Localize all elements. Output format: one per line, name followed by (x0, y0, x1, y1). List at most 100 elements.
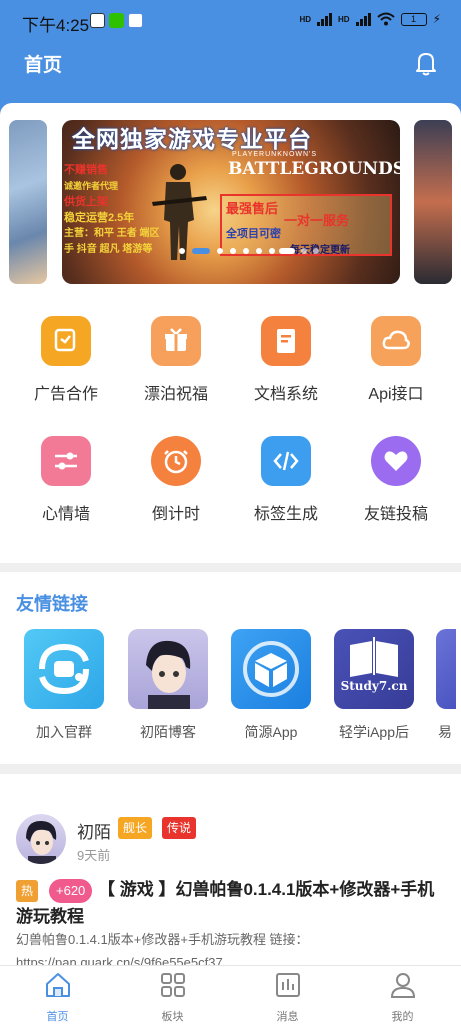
banner-line: 主营：和平 王者 端区 (64, 228, 160, 239)
document-icon (261, 316, 311, 366)
pagination-dot-active (279, 248, 295, 254)
signal-icon (317, 12, 332, 26)
nav-label: 首页 (46, 1011, 69, 1023)
link-thumbnail (128, 629, 208, 709)
grid-item-label: 文档系统 (253, 386, 318, 403)
banner-line: 稳定运营2.5年 (64, 212, 135, 224)
grid-icon (160, 973, 185, 997)
banner-box-line: 一对一服务 (284, 213, 350, 228)
pagination-dot (217, 248, 223, 254)
grid-item-label: Api接口 (368, 386, 424, 403)
section-heading: 友情链接 (16, 594, 88, 614)
avatar[interactable] (16, 814, 66, 864)
banner-next-slide[interactable] (414, 120, 452, 284)
level-badge: 传说 (162, 817, 197, 839)
battery-icon: 1 (400, 12, 427, 26)
nav-boards[interactable]: 板块 (115, 971, 230, 1024)
banner-box-line: 全项目可密 (226, 228, 281, 240)
link-label: 初陌博客 (140, 724, 196, 740)
home-icon (45, 973, 70, 997)
post-card[interactable]: 初陌 舰长 传说 9天前 【 游戏 】幻兽帕鲁0.1.4.1版本+修改器+手机游… (0, 774, 461, 966)
pagination-dot (179, 248, 185, 254)
friend-links-section: 友情链接 加入官群 初陌博客 简源App Study7.cn 轻学iApp后 易 (0, 572, 461, 764)
grid-item-mood[interactable]: 心情墙 (11, 436, 121, 524)
nav-profile[interactable]: 我的 (345, 971, 460, 1024)
nav-home[interactable]: 首页 (0, 971, 115, 1024)
wifi-icon (376, 12, 395, 26)
role-badge: 舰长 (118, 817, 153, 839)
link-item[interactable]: 易 (386, 629, 461, 742)
pagination-dot-active (192, 248, 210, 254)
status-right: HD HD 1 ⚡ (299, 12, 441, 26)
banner-title: 全网独家游戏专业平台 (72, 126, 312, 152)
app-icon (128, 13, 143, 28)
nav-label: 板块 (161, 1011, 184, 1023)
bell-icon[interactable] (413, 50, 439, 76)
grid-item-label: 友链投稿 (363, 506, 428, 523)
post-author[interactable]: 初陌 (77, 818, 111, 843)
link-thumbnail (24, 629, 104, 709)
grid-item-api[interactable]: Api接口 (341, 316, 451, 404)
banner-pagination (179, 248, 275, 254)
ad-cooperation-icon (41, 316, 91, 366)
banner-line: 供货上架 (64, 196, 108, 208)
banner-inner-pagination (279, 248, 319, 254)
header-bar: 下午4:25 HD HD 1 ⚡ 首页 (0, 0, 461, 118)
nav-label: 消息 (276, 1011, 299, 1023)
nav-label: 我的 (391, 1011, 414, 1023)
link-item[interactable]: 初陌博客 (118, 629, 218, 742)
bottom-nav: 首页 板块 消息 我的 (0, 965, 461, 1024)
banner-line: 诚邀作者代理 (64, 181, 119, 191)
network-label: HD (338, 14, 350, 24)
grid-item-label: 倒计时 (151, 506, 200, 523)
signal-icon (355, 12, 371, 26)
score-badge: +620 (49, 879, 93, 903)
pagination-dot (313, 248, 319, 254)
clock-icon (151, 436, 201, 486)
notification-icons (90, 13, 143, 28)
banner-box-line: 最强售后 (226, 201, 279, 216)
pagination-dot (243, 248, 249, 254)
grid-item-ad[interactable]: 广告合作 (11, 316, 121, 404)
link-label: 易 (438, 724, 452, 740)
grid-item-submit-link[interactable]: 友链投稿 (341, 436, 451, 524)
code-icon (261, 436, 311, 486)
banner-promo-box: 最强售后 一对一服务 全项目可密 每天稳定更新 (220, 194, 392, 256)
banner-slide[interactable]: 全网独家游戏专业平台 PLAYERUNKNOWN'S BATTLEGROUNDS… (62, 120, 400, 284)
nav-messages[interactable]: 消息 (230, 971, 345, 1024)
heart-icon (371, 436, 421, 486)
grid-item-blessing[interactable]: 漂泊祝福 (121, 316, 231, 404)
status-bar: 下午4:25 HD HD 1 ⚡ (0, 0, 461, 40)
grid-item-label: 漂泊祝福 (143, 386, 208, 403)
message-icon (275, 973, 300, 997)
grid-item-label: 广告合作 (33, 386, 98, 403)
status-time: 下午4:25 (22, 16, 90, 35)
user-icon (390, 973, 415, 998)
cloud-icon (371, 316, 421, 366)
link-label: 简源App (244, 724, 298, 740)
link-label: 加入官群 (36, 724, 92, 740)
page-title: 首页 (24, 55, 63, 76)
hot-badge: 热 (16, 880, 38, 902)
gift-icon (151, 316, 201, 366)
pagination-dot (301, 248, 307, 254)
charging-icon: ⚡ (432, 12, 441, 26)
network-label: HD (299, 14, 311, 24)
anime-avatar (146, 640, 191, 709)
banner-pubg-sub: PLAYERUNKNOWN'S (232, 151, 318, 158)
main-card: 全网独家游戏专业平台 PLAYERUNKNOWN'S BATTLEGROUNDS… (0, 103, 461, 563)
banner-prev-slide[interactable] (9, 120, 47, 284)
qq-icon (90, 13, 105, 28)
avatar-image (26, 820, 57, 864)
link-item[interactable]: 加入官群 (14, 629, 114, 742)
sliders-icon (41, 436, 91, 486)
link-thumbnail (436, 629, 456, 709)
grid-item-label: 标签生成 (253, 506, 318, 523)
link-item[interactable]: 简源App (221, 629, 321, 742)
grid-item-label: 心情墙 (41, 506, 90, 523)
pagination-dot (230, 248, 236, 254)
grid-item-tags[interactable]: 标签生成 (231, 436, 341, 524)
pagination-dot (256, 248, 262, 254)
grid-item-docs[interactable]: 文档系统 (231, 316, 341, 404)
grid-item-countdown[interactable]: 倒计时 (121, 436, 231, 524)
